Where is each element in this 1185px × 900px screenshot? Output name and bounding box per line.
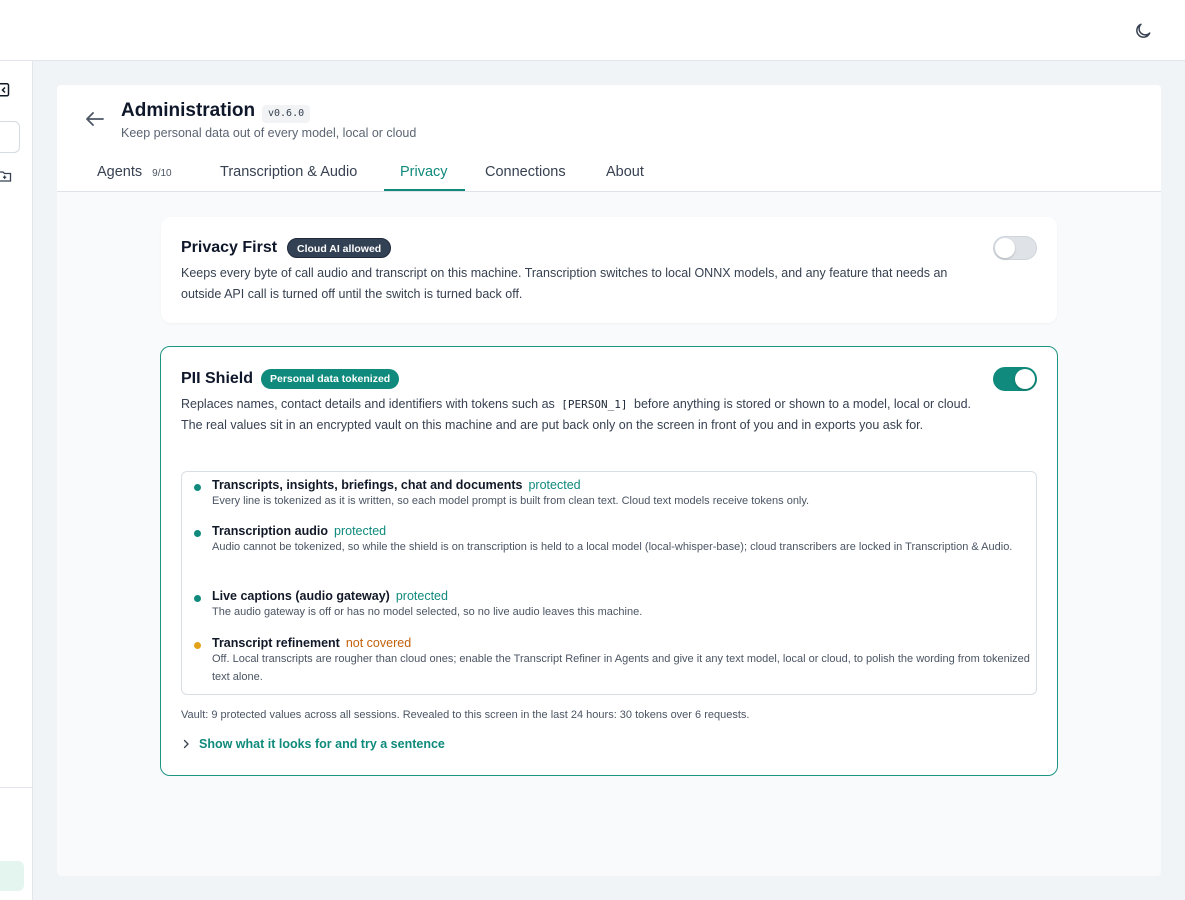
list-item: Transcript refinement not covered Off. Lo… <box>194 636 1032 686</box>
top-bar <box>0 0 1185 61</box>
page-title: Administration <box>121 100 256 121</box>
item-title: Transcription audio <box>212 524 328 538</box>
pii-shield-badge: Personal data tokenized <box>261 369 400 389</box>
pii-shield-description: Replaces names, contact details and iden… <box>181 394 971 436</box>
tab-transcription-audio[interactable]: Transcription & Audio <box>220 153 357 192</box>
tab-privacy[interactable]: Privacy <box>400 153 448 192</box>
active-tab-indicator <box>384 189 465 191</box>
pii-shield-toggle[interactable] <box>993 367 1037 391</box>
show-details-label: Show what it looks for and try a sentenc… <box>199 737 445 751</box>
item-title-row: Transcript refinement not covered <box>212 636 1032 650</box>
status-dot <box>194 595 201 602</box>
chevron-right-icon <box>183 739 189 749</box>
sidebar-divider <box>0 787 33 788</box>
version-badge: v0.6.0 <box>262 105 311 123</box>
sidebar-search-input[interactable] <box>0 121 20 153</box>
privacy-first-badge: Cloud AI allowed <box>287 238 392 258</box>
item-title: Transcripts, insights, briefings, chat a… <box>212 478 523 492</box>
privacy-first-title: Privacy First <box>181 239 278 256</box>
panel-header: Administration v0.6.0 Keep personal data… <box>57 85 1161 192</box>
status-dot <box>194 530 201 537</box>
item-description: Every line is tokenized as it is written… <box>212 495 810 507</box>
toggle-knob <box>1015 369 1035 389</box>
privacy-first-toggle[interactable] <box>993 236 1037 260</box>
pii-shield-card: PII Shield Personal data tokenized Repla… <box>160 346 1058 776</box>
item-title: Transcript refinement <box>212 636 340 650</box>
show-details-toggle[interactable]: Show what it looks for and try a sentenc… <box>181 735 445 753</box>
back-arrow-icon[interactable] <box>83 109 107 129</box>
vault-summary: Vault: 9 protected values across all ses… <box>181 709 750 721</box>
toggle-knob <box>995 238 1015 258</box>
page-subtitle: Keep personal data out of every model, l… <box>121 126 417 140</box>
sidebar-item-active[interactable] <box>0 861 24 891</box>
moon-icon <box>1136 23 1151 38</box>
status-text: not covered <box>345 636 412 650</box>
tab-agents-count: 9/10 <box>152 168 172 179</box>
pii-shield-title: PII Shield <box>181 370 254 387</box>
tab-agents[interactable]: Agents 9/10 <box>97 153 172 192</box>
desc-text-before: Replaces names, contact details and iden… <box>181 397 555 411</box>
sidebar-collapse-icon[interactable] <box>0 83 10 97</box>
tab-about[interactable]: About <box>606 153 644 192</box>
status-text: protected <box>334 524 387 538</box>
tab-agents-label: Agents <box>97 164 143 180</box>
list-item: Transcription audio protected Audio canno… <box>194 524 1032 556</box>
item-title-row: Transcription audio protected <box>212 524 1032 538</box>
item-description: Off. Local transcripts are rougher than … <box>212 653 1030 683</box>
status-dot <box>194 484 201 491</box>
item-title: Live captions (audio gateway) <box>212 589 390 603</box>
list-item: Live captions (audio gateway) protected T… <box>194 589 1032 621</box>
theme-toggle-button[interactable] <box>1130 18 1156 44</box>
item-title-row: Live captions (audio gateway) protected <box>212 589 1032 603</box>
item-description: Audio cannot be tokenized, so while the … <box>212 541 1013 553</box>
token-example: [PERSON_1] <box>561 398 628 411</box>
sidebar <box>0 61 33 900</box>
item-description: The audio gateway is off or has no model… <box>212 606 643 618</box>
folder-plus-icon[interactable] <box>0 170 12 182</box>
list-item: Transcripts, insights, briefings, chat a… <box>194 478 1032 510</box>
coverage-list: Transcripts, insights, briefings, chat a… <box>181 471 1037 695</box>
privacy-first-card: Privacy First Cloud AI allowed Keeps eve… <box>161 217 1057 323</box>
status-dot <box>194 642 201 649</box>
tab-connections[interactable]: Connections <box>485 153 566 192</box>
status-text: protected <box>528 478 581 492</box>
status-text: protected <box>395 589 448 603</box>
tab-bar: Agents 9/10 Transcription & Audio Privacy… <box>57 153 1161 192</box>
privacy-first-description: Keeps every byte of call audio and trans… <box>181 266 948 301</box>
item-title-row: Transcripts, insights, briefings, chat a… <box>212 478 1032 492</box>
